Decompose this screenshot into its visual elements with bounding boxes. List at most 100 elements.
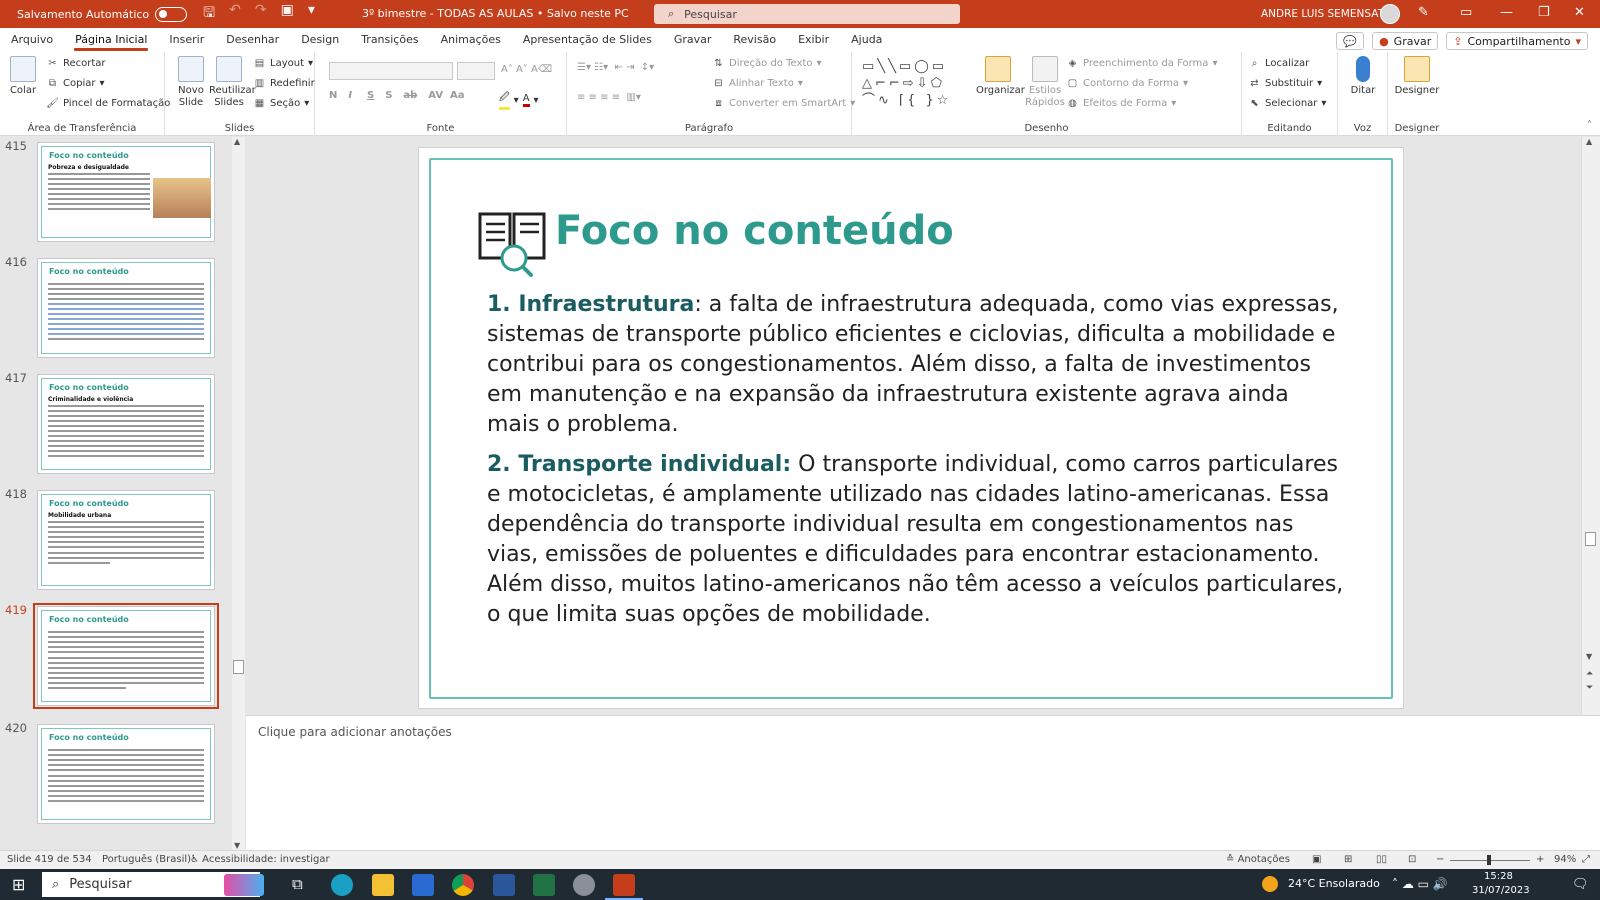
collapse-ribbon-icon[interactable]: ˄: [1587, 120, 1592, 131]
slide-sorter-icon[interactable]: ⊞: [1344, 854, 1352, 865]
accessibility-status[interactable]: ♿ Acessibilidade: investigar: [190, 854, 330, 865]
list-buttons[interactable]: ☰▾ ☷▾ ⇤ ⇥ ↕▾: [577, 62, 654, 73]
zoom-out-icon[interactable]: −: [1436, 854, 1444, 865]
copy-button[interactable]: ⧉ Copiar ▾: [46, 78, 105, 89]
scroll-down-icon[interactable]: ▼: [234, 841, 240, 850]
previous-slide-icon[interactable]: ⏶: [1586, 669, 1593, 679]
scroll-thumb[interactable]: [1585, 532, 1596, 546]
align-text-button[interactable]: ⊟ Alinhar Texto ▾: [712, 78, 803, 89]
redo-icon[interactable]: ↷: [255, 2, 267, 26]
shape-outline-button[interactable]: ▢ Contorno da Forma ▾: [1066, 78, 1188, 89]
layout-button[interactable]: ▤ Layout ▾: [253, 58, 313, 69]
tab-desenhar[interactable]: Desenhar: [215, 28, 290, 52]
clock-time[interactable]: 15:28: [1484, 871, 1513, 882]
tab-exibir[interactable]: Exibir: [787, 28, 840, 52]
store-icon[interactable]: [412, 874, 434, 896]
tab-arquivo[interactable]: Arquivo: [0, 28, 64, 52]
autosave-toggle[interactable]: [155, 6, 188, 22]
tab-inserir[interactable]: Inserir: [158, 28, 215, 52]
customize-qat-icon[interactable]: ▾: [308, 2, 315, 26]
chrome-icon[interactable]: [452, 874, 474, 896]
quick-styles-button[interactable]: Estilos Rápidos: [1024, 56, 1066, 109]
tray-icons[interactable]: ˄ ☁ ▭ 🔊: [1392, 877, 1448, 891]
record-button[interactable]: ● Gravar: [1372, 32, 1439, 50]
notifications-icon[interactable]: 🗨: [1572, 877, 1589, 892]
fit-slide-icon[interactable]: ⤢: [1582, 854, 1590, 865]
zoom-slider-thumb[interactable]: [1487, 855, 1491, 865]
tab-apresentacao[interactable]: Apresentação de Slides: [512, 28, 663, 52]
tab-design[interactable]: Design: [290, 28, 350, 52]
slideshow-icon[interactable]: ⊡: [1408, 854, 1416, 865]
designer-button[interactable]: Designer: [1394, 56, 1440, 97]
normal-view-icon[interactable]: ▣: [1312, 854, 1321, 865]
section-button[interactable]: ▦ Seção ▾: [253, 98, 310, 109]
cut-button[interactable]: ✂ Recortar: [46, 58, 105, 69]
font-name-combo[interactable]: [329, 62, 453, 80]
search-box[interactable]: ⌕ Pesquisar: [654, 4, 960, 24]
undo-icon[interactable]: ↶: [229, 2, 241, 26]
format-painter-button[interactable]: 🖌 Pincel de Formatação: [46, 98, 170, 109]
dictate-button[interactable]: Ditar: [1344, 56, 1382, 97]
reset-button[interactable]: ▥ Redefinir: [253, 78, 315, 89]
weather[interactable]: 24°C Ensolarado: [1288, 877, 1380, 890]
zoom-in-icon[interactable]: +: [1536, 854, 1544, 865]
slide-thumbnail-420[interactable]: Foco no conteúdo: [37, 724, 215, 824]
ribbon-display-icon[interactable]: ▭: [1460, 5, 1472, 20]
present-icon[interactable]: ▣: [281, 2, 294, 26]
reuse-slides-button[interactable]: Reutilizar Slides: [209, 56, 256, 109]
file-explorer-icon[interactable]: [372, 874, 394, 896]
powerpoint-icon[interactable]: [613, 874, 635, 896]
paste-button[interactable]: Colar: [6, 56, 40, 97]
thumbnail-scrollbar[interactable]: ▲ ▼: [232, 137, 245, 850]
replace-button[interactable]: ⇄ Substituir ▾: [1248, 78, 1322, 89]
reading-view-icon[interactable]: ▯▯: [1376, 854, 1387, 865]
arrange-button[interactable]: Organizar: [976, 56, 1025, 97]
tab-transicoes[interactable]: Transições: [350, 28, 429, 52]
next-slide-icon[interactable]: ⏷: [1586, 683, 1593, 693]
shape-effects-button[interactable]: ◍ Efeitos de Forma ▾: [1066, 98, 1176, 109]
save-icon[interactable]: 🖫: [203, 2, 215, 26]
close-icon[interactable]: ✕: [1574, 5, 1585, 20]
select-button[interactable]: ⬉ Selecionar ▾: [1248, 98, 1326, 109]
tab-gravar[interactable]: Gravar: [663, 28, 723, 52]
clock-date[interactable]: 31/07/2023: [1472, 885, 1530, 896]
tab-ajuda[interactable]: Ajuda: [840, 28, 893, 52]
font-grow-shrink[interactable]: A˄ A˅ A⌫: [501, 64, 552, 75]
align-buttons[interactable]: ≡ ≡ ≡ ≡ ▥▾: [577, 92, 641, 103]
share-button[interactable]: ⇪ Compartilhamento ▾: [1446, 32, 1588, 50]
windows-start-icon[interactable]: ⊞: [12, 875, 25, 894]
text-direction-button[interactable]: ⇅ Direção do Texto ▾: [712, 58, 821, 69]
app-icon[interactable]: [573, 874, 595, 896]
notes-toggle[interactable]: ≙ Anotações: [1226, 854, 1290, 865]
tab-animacoes[interactable]: Animações: [430, 28, 512, 52]
shape-fill-button[interactable]: ◈ Preenchimento da Forma ▾: [1066, 58, 1218, 69]
current-slide[interactable]: Foco no conteúdo 1. Infraestrutura: a fa…: [418, 147, 1404, 709]
slide-thumbnail-419[interactable]: Foco no conteúdo: [37, 606, 215, 706]
scroll-up-icon[interactable]: ▲: [1586, 137, 1592, 146]
word-icon[interactable]: [493, 874, 515, 896]
notes-pane[interactable]: Clique para adicionar anotações: [246, 715, 1600, 850]
minimize-icon[interactable]: —: [1500, 5, 1513, 20]
user-name[interactable]: ANDRE LUIS SEMENSATO: [1261, 8, 1392, 20]
comments-button[interactable]: 💬: [1336, 32, 1365, 50]
slide-thumbnail-416[interactable]: Foco no conteúdo: [37, 258, 215, 358]
slide-thumbnail-417[interactable]: Foco no conteúdo Criminalidade e violênc…: [37, 374, 215, 474]
excel-icon[interactable]: [533, 874, 555, 896]
find-button[interactable]: ⌕ Localizar: [1248, 58, 1310, 69]
new-slide-button[interactable]: Novo Slide: [173, 56, 209, 109]
scroll-thumb[interactable]: [233, 660, 244, 674]
scroll-up-icon[interactable]: ▲: [234, 137, 240, 146]
document-title[interactable]: 3º bimestre - TODAS AS AULAS • Salvo nes…: [362, 7, 629, 20]
smartart-button[interactable]: ⧈ Converter em SmartArt ▾: [712, 98, 855, 109]
task-view-icon[interactable]: ⧉: [292, 875, 303, 893]
widgets-icon[interactable]: [224, 874, 264, 896]
edge-icon[interactable]: [331, 874, 353, 896]
restore-icon[interactable]: ❐: [1538, 5, 1550, 20]
zoom-level[interactable]: 94%: [1554, 854, 1576, 865]
slide-body-text[interactable]: 1. Infraestrutura: a falta de infraestru…: [487, 290, 1347, 640]
tab-pagina-inicial[interactable]: Página Inicial: [64, 28, 158, 52]
autosave[interactable]: Salvamento Automático: [17, 6, 188, 22]
avatar[interactable]: [1380, 4, 1400, 24]
scroll-down-icon[interactable]: ▼: [1586, 652, 1592, 661]
shapes-gallery[interactable]: ▭╲╲▭◯▭ △⌐⌐⇨⇩⬠ ⌒∿ ⌈{ }☆: [862, 58, 972, 108]
